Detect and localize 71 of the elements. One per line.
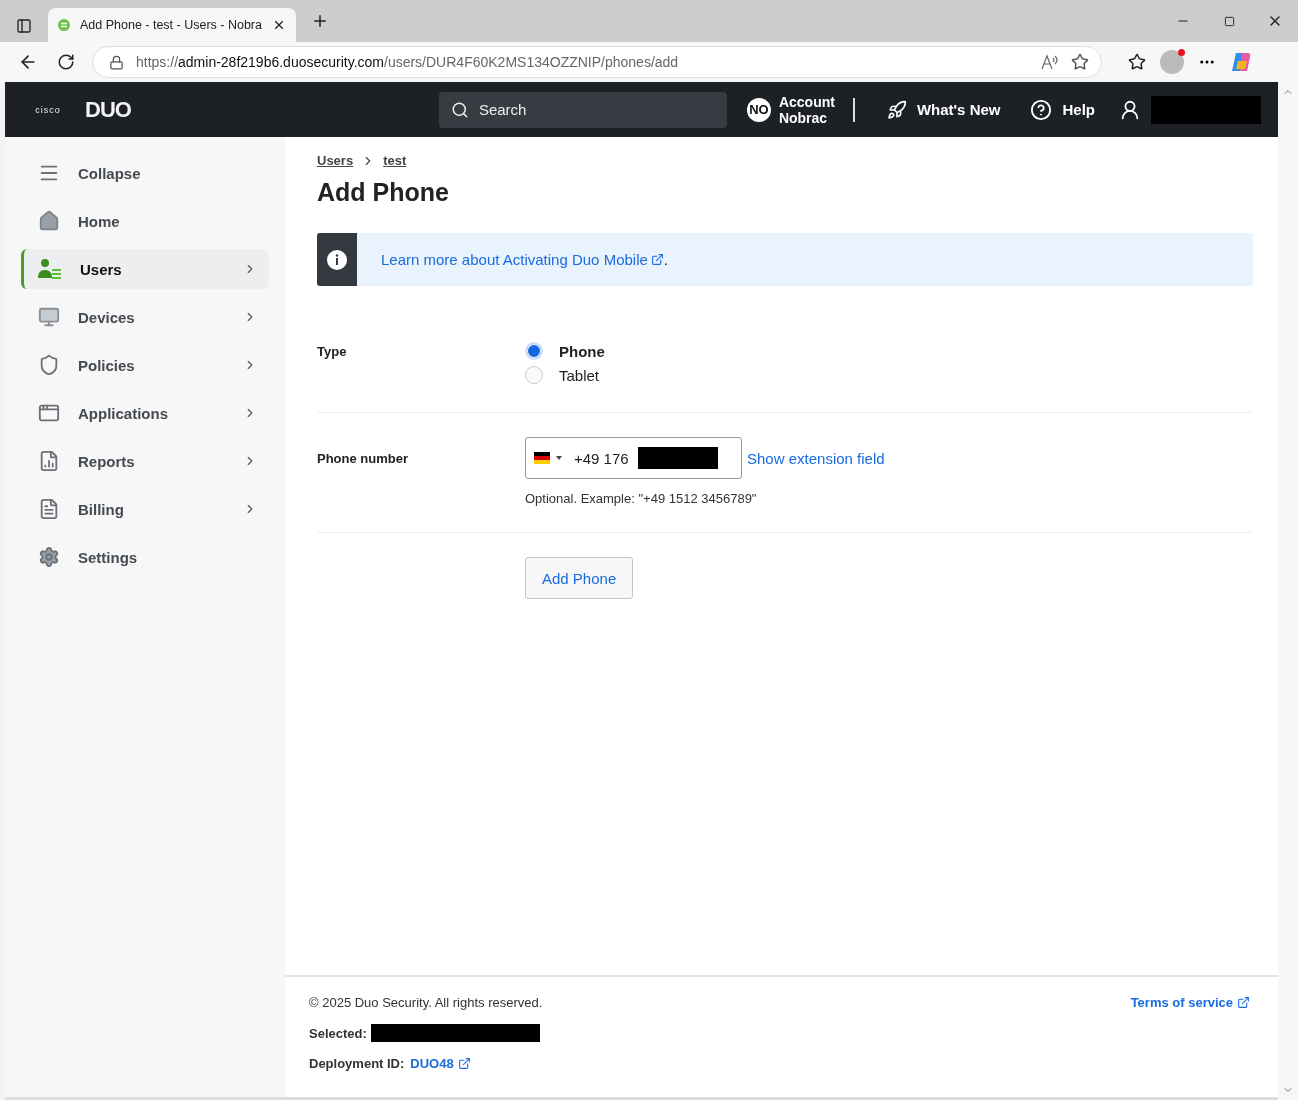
external-link-icon xyxy=(650,253,664,266)
help-link[interactable]: Help xyxy=(1030,98,1095,121)
show-extension-link[interactable]: Show extension field xyxy=(747,449,885,467)
whats-new-link[interactable]: What's New xyxy=(886,99,1001,120)
caret-icon xyxy=(556,456,562,460)
maximize-icon xyxy=(1223,15,1235,27)
sidebar-item[interactable]: Settings xyxy=(21,537,269,577)
app-window-icon xyxy=(38,402,60,424)
favorite-star-icon[interactable] xyxy=(1071,53,1089,71)
type-label: Type xyxy=(317,343,348,361)
browser-tab[interactable]: Add Phone - test - Users - Nobra xyxy=(48,8,296,42)
deployment-id-link[interactable]: DUO48 xyxy=(410,1056,471,1071)
help-icon xyxy=(1030,98,1053,121)
sidebar-item[interactable]: Billing xyxy=(21,489,269,529)
sidebar-item[interactable]: Applications xyxy=(21,393,269,433)
sidebar-item[interactable]: Devices xyxy=(21,297,269,337)
type-radio-option[interactable]: Tablet xyxy=(525,366,605,384)
radio-button[interactable] xyxy=(525,366,543,384)
lock-icon xyxy=(109,54,124,70)
site-favicon-icon xyxy=(58,17,70,33)
sidebar-item[interactable]: Policies xyxy=(21,345,269,385)
brand-logo: cisco xyxy=(34,104,62,115)
banner-text: Learn more about Activating Duo Mobile . xyxy=(381,251,668,268)
sidebar-item[interactable]: Collapse xyxy=(21,153,269,193)
flag-icon xyxy=(534,452,550,464)
account-name: Account Nobrac xyxy=(778,93,835,126)
type-radio-option[interactable]: Phone xyxy=(525,342,605,360)
notification-dot xyxy=(1178,49,1185,56)
url-text: https://admin-28f219b6.duosecurity.com/users/DUR4F60K2MS134OZZNIP/phones/add xyxy=(136,54,680,70)
favorites-icon[interactable] xyxy=(1128,53,1146,71)
devices-icon xyxy=(38,306,60,328)
search-field[interactable]: Search xyxy=(438,91,727,128)
sidebar-item[interactable]: Users xyxy=(21,249,269,289)
external-link-icon xyxy=(457,1057,471,1070)
phone-number-label: Phone number xyxy=(317,450,409,468)
document-icon xyxy=(38,498,60,520)
deployment-label: Deployment ID: xyxy=(309,1056,405,1071)
breadcrumb-link[interactable]: Users xyxy=(317,153,354,168)
product-logo: DUO xyxy=(85,96,131,123)
sidebar-item[interactable]: Reports xyxy=(21,441,269,481)
terms-link[interactable]: Terms of service xyxy=(1130,995,1250,1010)
activation-help-link[interactable]: Learn more about Activating Duo Mobile xyxy=(381,251,664,268)
user-icon[interactable] xyxy=(1119,98,1141,121)
reload-icon xyxy=(57,53,75,71)
external-link-icon xyxy=(1237,996,1250,1009)
home-icon xyxy=(38,210,60,232)
user-list-icon xyxy=(38,258,62,280)
add-phone-button[interactable]: Add Phone xyxy=(525,557,634,599)
shield-icon xyxy=(38,354,60,376)
rocket-icon xyxy=(886,99,907,120)
radio-button[interactable] xyxy=(525,342,543,360)
settings-icon xyxy=(38,546,60,568)
assistant-logo-icon[interactable] xyxy=(1230,51,1252,73)
breadcrumb-link[interactable]: test xyxy=(383,153,407,168)
profile-avatar[interactable] xyxy=(1160,50,1184,74)
search-icon xyxy=(450,100,469,119)
plus-icon xyxy=(311,12,329,30)
read-aloud-icon[interactable] xyxy=(1041,54,1059,70)
selected-label: Selected: xyxy=(309,1025,367,1041)
close-icon xyxy=(272,18,286,32)
report-icon xyxy=(38,450,60,472)
sidebar-item[interactable]: Home xyxy=(21,201,269,241)
info-icon xyxy=(327,249,347,270)
country-select[interactable] xyxy=(534,452,562,464)
phone-hint: Optional. Example: "+49 1512 3456789" xyxy=(525,491,758,506)
tab-title: Add Phone - test - Users - Nobra xyxy=(79,18,262,32)
page-title: Add Phone xyxy=(317,178,450,207)
address-bar[interactable]: https://admin-28f219b6.duosecurity.com/users/DUR4F60K2MS134OZZNIP/phones/add xyxy=(92,46,1102,78)
copyright-text: © 2025 Duo Security. All rights reserved. xyxy=(309,995,543,1010)
account-badge: NO xyxy=(746,97,771,122)
tab-panel-icon xyxy=(16,18,32,34)
